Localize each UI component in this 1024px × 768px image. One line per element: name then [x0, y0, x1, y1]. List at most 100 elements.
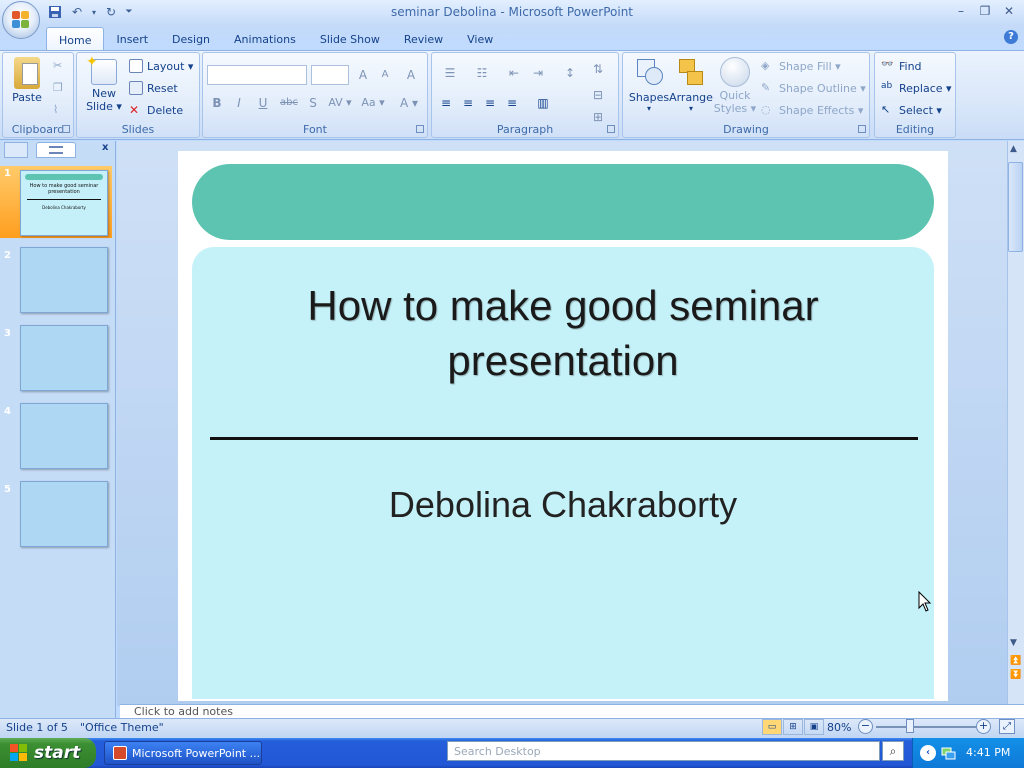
font-label: Font — [303, 123, 327, 136]
clipboard-launcher-icon[interactable] — [62, 125, 70, 133]
window-title: seminar Debolina - Microsoft PowerPoint — [390, 5, 634, 19]
replace-button[interactable]: ab Replace ▾ — [881, 81, 952, 95]
quick-styles-button[interactable]: Quick Styles ▾ — [713, 57, 757, 115]
tab-animations[interactable]: Animations — [222, 27, 308, 50]
notes-pane[interactable]: Click to add notes — [120, 704, 1024, 718]
slide-title[interactable]: How to make good seminar presentation — [192, 278, 934, 388]
pen-icon: ✎ — [761, 81, 771, 94]
tray-expand-icon[interactable]: ‹ — [920, 745, 936, 761]
scroll-down-icon[interactable]: ▼ — [1010, 638, 1017, 648]
normal-view-icon[interactable]: ▭ — [762, 719, 782, 735]
line-spacing-icon[interactable]: ↕ — [556, 63, 584, 83]
next-slide-icon[interactable]: ⏬ — [1010, 670, 1021, 680]
start-button[interactable]: start — [0, 738, 96, 768]
character-spacing-button[interactable]: AV ▾ — [325, 93, 355, 113]
slide-thumbnail-3[interactable] — [20, 325, 108, 391]
zoom-in-button[interactable]: + — [976, 719, 991, 734]
bold-button[interactable]: B — [207, 93, 227, 113]
network-icon[interactable] — [940, 745, 956, 761]
text-direction-icon[interactable]: ⇅ — [588, 59, 608, 79]
clear-formatting-button[interactable]: A — [401, 65, 421, 85]
zoom-slider-thumb[interactable] — [906, 719, 914, 733]
align-right-icon[interactable]: ≡ — [480, 93, 500, 113]
new-slide-button[interactable]: ✦ New Slide ▾ — [83, 54, 125, 113]
slide-count: Slide 1 of 5 — [6, 721, 68, 734]
slide-sorter-icon[interactable]: ⊞ — [783, 719, 803, 735]
tab-slide-show[interactable]: Slide Show — [308, 27, 392, 50]
align-left-icon[interactable]: ≡ — [436, 93, 456, 113]
zoom-slider[interactable] — [876, 726, 976, 728]
office-logo-icon — [12, 11, 30, 29]
outline-tab-icon[interactable] — [36, 142, 76, 158]
shrink-font-button[interactable]: A — [375, 65, 395, 85]
slide-thumbnail-4[interactable] — [20, 403, 108, 469]
italic-button[interactable]: I — [229, 93, 249, 113]
tab-view[interactable]: View — [455, 27, 505, 50]
align-text-icon[interactable]: ⊟ — [588, 85, 608, 105]
slide-thumbnail-2[interactable] — [20, 247, 108, 313]
slide-thumbnail-5[interactable] — [20, 481, 108, 547]
close-button[interactable]: ✕ — [998, 2, 1020, 20]
font-launcher-icon[interactable] — [416, 125, 424, 133]
zoom-out-button[interactable]: − — [858, 719, 873, 734]
slide-subtitle[interactable]: Debolina Chakraborty — [192, 484, 934, 526]
align-center-icon[interactable]: ≡ — [458, 93, 478, 113]
bullets-icon[interactable]: ☰ — [436, 63, 464, 83]
format-painter-icon[interactable]: ⌇ — [53, 103, 58, 116]
numbering-icon[interactable]: ☷ — [468, 63, 496, 83]
clock: 4:41 PM — [966, 746, 1011, 759]
slide-thumbnail-1[interactable]: How to make good seminar presentation De… — [20, 170, 108, 236]
scroll-up-icon[interactable]: ▲ — [1010, 144, 1017, 154]
cut-icon[interactable]: ✂ — [53, 59, 62, 72]
search-icon[interactable]: ⌕ — [882, 741, 904, 761]
delete-button[interactable]: ✕ Delete — [129, 103, 183, 117]
font-size-combo[interactable] — [311, 65, 349, 85]
office-button[interactable] — [2, 1, 40, 39]
close-pane-button[interactable]: x — [102, 142, 108, 158]
underline-button[interactable]: U — [253, 93, 273, 113]
change-case-button[interactable]: Aa ▾ — [357, 93, 389, 113]
shape-fill-button[interactable]: ◈ Shape Fill ▾ — [761, 59, 841, 73]
reset-button[interactable]: Reset — [129, 81, 178, 95]
strikethrough-button[interactable]: abc — [277, 93, 301, 113]
zoom-level[interactable]: 80% — [827, 721, 851, 734]
taskbar-powerpoint-button[interactable]: Microsoft PowerPoint ... — [104, 741, 262, 765]
arrange-button[interactable]: Arrange ▾ — [669, 57, 713, 113]
tab-design[interactable]: Design — [160, 27, 222, 50]
font-name-combo[interactable] — [207, 65, 307, 85]
slides-tab-icon[interactable] — [4, 142, 28, 158]
slide-show-icon[interactable]: ▣ — [804, 719, 824, 735]
find-button[interactable]: 👓 Find — [881, 59, 922, 73]
paste-button[interactable]: Paste — [7, 57, 47, 104]
paragraph-launcher-icon[interactable] — [607, 125, 615, 133]
desktop-search-input[interactable]: Search Desktop — [447, 741, 880, 761]
tab-review[interactable]: Review — [392, 27, 455, 50]
slide-title-line-2: presentation — [447, 337, 679, 384]
increase-indent-icon[interactable]: ⇥ — [528, 63, 548, 83]
tab-insert[interactable]: Insert — [104, 27, 160, 50]
minimize-button[interactable]: – — [950, 2, 972, 20]
justify-icon[interactable]: ≡ — [502, 93, 522, 113]
grow-font-button[interactable]: A — [353, 65, 373, 85]
shapes-button[interactable]: Shapes ▾ — [627, 57, 671, 113]
taskbar-app-label: Microsoft PowerPoint ... — [132, 746, 261, 760]
shape-outline-button[interactable]: ✎ Shape Outline ▾ — [761, 81, 866, 95]
shape-effects-button[interactable]: ◌ Shape Effects ▾ — [761, 103, 863, 117]
editing-group: 👓 Find ab Replace ▾ ↖ Select ▾ Editing — [874, 52, 956, 138]
previous-slide-icon[interactable]: ⏫ — [1010, 656, 1021, 666]
find-label: Find — [899, 59, 922, 73]
fit-to-window-icon[interactable]: ⤢ — [999, 719, 1015, 734]
restore-button[interactable]: ❐ — [974, 2, 996, 20]
delete-icon: ✕ — [129, 103, 140, 117]
font-color-button[interactable]: A ▾ — [395, 93, 423, 113]
shadow-button[interactable]: S — [303, 93, 323, 113]
decrease-indent-icon[interactable]: ⇤ — [504, 63, 524, 83]
drawing-launcher-icon[interactable] — [858, 125, 866, 133]
copy-icon[interactable]: ❐ — [53, 81, 63, 94]
columns-icon[interactable]: ▥ — [530, 93, 556, 113]
help-icon[interactable]: ? — [1004, 30, 1018, 44]
tab-home[interactable]: Home — [46, 27, 105, 50]
layout-button[interactable]: Layout ▾ — [129, 59, 193, 73]
scrollbar-thumb[interactable] — [1008, 162, 1023, 252]
select-button[interactable]: ↖ Select ▾ — [881, 103, 942, 117]
